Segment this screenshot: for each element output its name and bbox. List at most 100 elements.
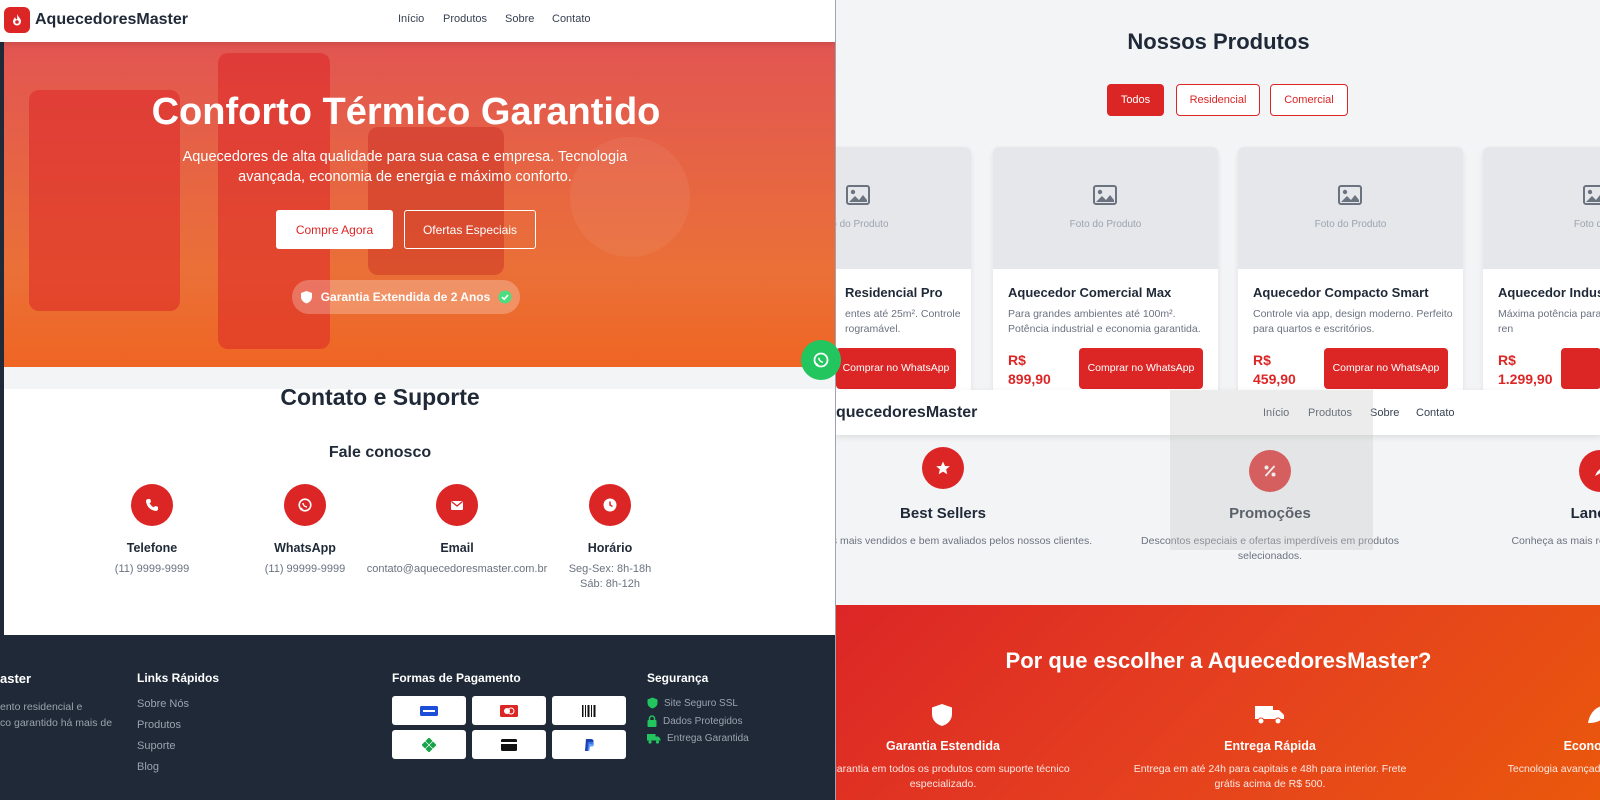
credit-card-icon: [472, 730, 546, 759]
footer-about-line: co garantido há mais de: [0, 717, 113, 729]
product-photo: Foto do Produto: [993, 147, 1218, 269]
truck-icon: [647, 734, 661, 744]
warranty-badge: Garantia Extendida de 2 Anos: [292, 280, 520, 314]
hero-title: Conforto Térmico Garantido: [151, 91, 661, 133]
currency-symbol: R$: [1498, 352, 1516, 368]
nav-link-sobre[interactable]: Sobre: [505, 13, 534, 25]
products-title: Nossos Produtos: [1127, 29, 1310, 54]
buy-whatsapp-button[interactable]: [1561, 348, 1600, 389]
email-icon[interactable]: [436, 484, 478, 526]
product-card: Foto do P Aquecedor Indust Máxima potênc…: [1483, 147, 1600, 397]
product-photo-label: Foto do P: [1573, 219, 1600, 230]
image-icon: [846, 185, 870, 205]
product-card: to do Produto Residencial Pro entes até …: [836, 147, 971, 397]
footer-links-title: Links Rápidos: [137, 671, 220, 685]
overlay-artifact: [1170, 390, 1373, 550]
footer: aster ento residencial e co garantido há…: [0, 635, 835, 800]
security-label: Dados Protegidos: [663, 715, 743, 727]
product-photo: to do Produto: [836, 147, 971, 269]
filter-comercial-button[interactable]: Comercial: [1270, 84, 1348, 116]
product-photo-label: Foto do Produto: [1069, 219, 1142, 230]
product-name: Aquecedor Comercial Max: [1008, 285, 1172, 300]
whatsapp-float-button[interactable]: [801, 340, 841, 380]
filter-todos-button[interactable]: Todos: [1107, 84, 1164, 116]
footer-about-line: ento residencial e: [0, 701, 83, 713]
why-item-text: Tecnologia avançada que reduz a elétri: [1507, 763, 1600, 775]
contact-label-horario: Horário: [587, 541, 633, 555]
footer-payments-title: Formas de Pagamento: [392, 671, 521, 685]
product-name: Aquecedor Indust: [1498, 285, 1600, 300]
pix-icon: [392, 730, 466, 759]
product-photo-label: to do Produto: [836, 219, 889, 230]
star-icon: [922, 447, 964, 489]
hero-section: Conforto Térmico Garantido Aquecedores d…: [0, 42, 835, 367]
product-photo-label: Foto do Produto: [1314, 219, 1387, 230]
price-value: 459,90: [1253, 371, 1296, 387]
buy-whatsapp-button[interactable]: Comprar no WhatsApp: [836, 348, 956, 389]
leaf-icon: [1588, 706, 1600, 723]
shield-icon: [300, 291, 312, 304]
contact-title: Contato e Suporte: [280, 384, 480, 410]
lock-icon: [647, 715, 657, 727]
security-label: Entrega Garantida: [667, 733, 749, 744]
barcode-icon: [552, 696, 626, 725]
product-price: R$ 459,90: [1253, 351, 1313, 389]
window-edge: [0, 0, 4, 635]
rocket-icon: [1579, 450, 1600, 492]
buy-whatsapp-button[interactable]: Comprar no WhatsApp: [1324, 348, 1448, 389]
footer-link-sobre-nos[interactable]: Sobre Nós: [137, 698, 189, 710]
nav-link-contato[interactable]: Contato: [1416, 407, 1455, 419]
horario-weekdays: Seg-Sex: 8h-18h: [568, 563, 652, 575]
category-title: Lançam: [1570, 505, 1600, 522]
why-item-text: de garantia em todos os produtos com sup…: [835, 763, 1070, 790]
currency-symbol: R$: [1008, 352, 1026, 368]
left-pane: AquecedoresMaster Início Produtos Sobre …: [0, 0, 835, 800]
footer-link-suporte[interactable]: Suporte: [137, 740, 176, 752]
brand-name[interactable]: quecedoresMaster: [836, 404, 977, 422]
shield-check-icon: [647, 697, 658, 709]
phone-icon[interactable]: [131, 484, 173, 526]
warranty-badge-label: Garantia Extendida de 2 Anos: [320, 290, 491, 304]
why-title: Por que escolher a AquecedoresMaster?: [1005, 648, 1432, 673]
nav-link-sobre[interactable]: Sobre: [1370, 407, 1399, 419]
image-icon: [1093, 185, 1117, 205]
nav-link-contato[interactable]: Contato: [552, 13, 591, 25]
why-item-title: Entrega Rápida: [1224, 739, 1316, 753]
why-item-title: Garantia Estendida: [886, 739, 1000, 753]
product-name: Aquecedor Compacto Smart: [1253, 285, 1429, 300]
ofertas-especiais-button[interactable]: Ofertas Especiais: [404, 210, 536, 249]
product-price: R$ 899,90: [1008, 351, 1068, 389]
product-photo: Foto do Produto: [1238, 147, 1463, 269]
product-desc: Para grandes ambientes até 100m². Potênc…: [1008, 308, 1201, 335]
category-title: Best Sellers: [900, 505, 986, 522]
price-value: 899,90: [1008, 371, 1051, 387]
flame-logo-icon[interactable]: [4, 7, 30, 33]
security-item-ssl: Site Seguro SSL: [647, 697, 738, 709]
contact-subtitle: Fale conosco: [328, 444, 432, 461]
horario-saturday: Sáb: 8h-12h: [580, 578, 640, 590]
currency-symbol: R$: [1253, 352, 1271, 368]
footer-link-blog[interactable]: Blog: [137, 761, 159, 773]
why-item-text: Entrega em até 24h para capitais e 48h p…: [1133, 763, 1407, 790]
product-card: Foto do Produto Aquecedor Compacto Smart…: [1238, 147, 1463, 397]
whatsapp-icon: [813, 352, 829, 368]
buy-whatsapp-button[interactable]: Comprar no WhatsApp: [1079, 348, 1203, 389]
image-icon: [1338, 185, 1362, 205]
category-desc: ecedores mais vendidos e bem avaliados p…: [836, 535, 1093, 547]
image-icon: [1583, 185, 1600, 205]
footer-link-produtos[interactable]: Produtos: [137, 719, 181, 731]
nav-link-inicio[interactable]: Início: [398, 13, 424, 25]
navbar: AquecedoresMaster Início Produtos Sobre …: [0, 0, 835, 42]
hero-subtitle: Aquecedores de alta qualidade para sua c…: [182, 149, 628, 185]
shield-icon: [932, 704, 952, 726]
product-desc: Controle via app, design moderno. Perfei…: [1253, 308, 1453, 335]
compre-agora-button[interactable]: Compre Agora: [276, 210, 393, 249]
visa-icon: [392, 696, 466, 725]
nav-link-produtos[interactable]: Produtos: [443, 13, 487, 25]
product-card: Foto do Produto Aquecedor Comercial Max …: [993, 147, 1218, 397]
brand-name[interactable]: AquecedoresMaster: [35, 11, 188, 29]
contact-value-horario: Seg-Sex: 8h-18h Sáb: 8h-12h: [510, 562, 710, 592]
filter-residencial-button[interactable]: Residencial: [1176, 84, 1260, 116]
mastercard-icon: [472, 696, 546, 725]
whatsapp-icon[interactable]: [284, 484, 326, 526]
